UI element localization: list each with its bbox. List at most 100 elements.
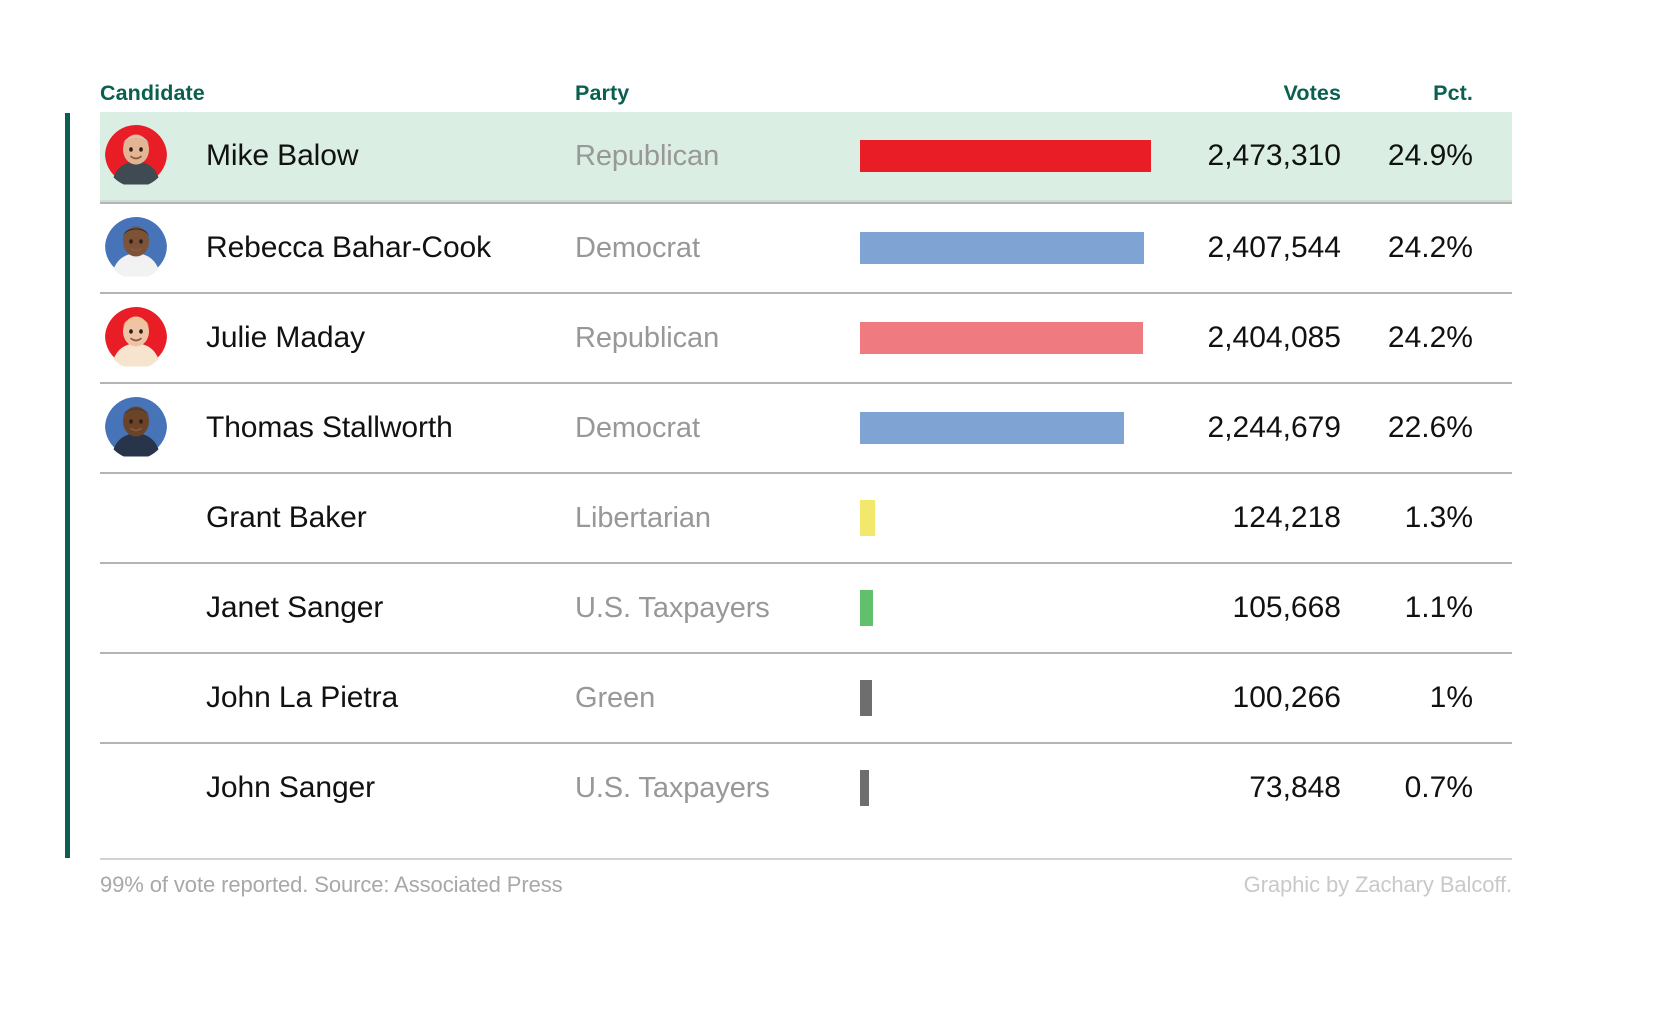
- cell-party: U.S. Taxpayers: [575, 772, 860, 805]
- cell-pct: 1.3%: [1345, 501, 1485, 535]
- party-name: U.S. Taxpayers: [575, 591, 770, 624]
- cell-candidate: Grant Baker: [100, 474, 575, 562]
- cell-party: Green: [575, 682, 860, 715]
- vote-share-bar: [860, 590, 873, 626]
- table-row[interactable]: Mike Balow Republican 2,473,310 24.9%: [100, 112, 1512, 202]
- party-name: Republican: [575, 321, 720, 354]
- table-body: Mike Balow Republican 2,473,310 24.9% Rebecc…: [100, 112, 1512, 832]
- cell-party: U.S. Taxpayers: [575, 592, 860, 625]
- vote-share-bar: [860, 232, 1144, 264]
- table-row[interactable]: John Sanger U.S. Taxpayers 73,848 0.7%: [100, 742, 1512, 832]
- cell-votes: 2,404,085: [1170, 321, 1345, 355]
- cell-votes: 124,218: [1170, 501, 1345, 535]
- cell-votes: 100,266: [1170, 681, 1345, 715]
- table-row[interactable]: Janet Sanger U.S. Taxpayers 105,668 1.1%: [100, 562, 1512, 652]
- table-row[interactable]: Rebecca Bahar-Cook Democrat 2,407,544 24.2%: [100, 202, 1512, 292]
- votes-value: 2,473,310: [1207, 139, 1341, 172]
- pct-value: 1.3%: [1404, 501, 1473, 534]
- pct-value: 1%: [1429, 681, 1473, 714]
- pct-value: 24.2%: [1387, 231, 1473, 264]
- votes-value: 2,244,679: [1207, 411, 1341, 444]
- vote-share-bar: [860, 412, 1124, 444]
- pct-value: 24.9%: [1387, 139, 1473, 172]
- votes-value: 2,407,544: [1207, 231, 1341, 264]
- party-name: Democrat: [575, 411, 700, 444]
- cell-pct: 1%: [1345, 681, 1485, 715]
- votes-value: 100,266: [1232, 681, 1341, 714]
- party-name: Democrat: [575, 231, 700, 264]
- candidate-name: Grant Baker: [206, 501, 367, 534]
- cell-votes: 73,848: [1170, 771, 1345, 805]
- results-table: Candidate Party Votes Pct. Mike Balow Rep…: [100, 62, 1512, 832]
- cell-votes: 2,407,544: [1170, 231, 1345, 265]
- cell-vote-bar: [860, 294, 1170, 382]
- cell-vote-bar: [860, 112, 1170, 200]
- avatar: [105, 217, 167, 279]
- cell-party: Republican: [575, 322, 860, 355]
- party-name: Republican: [575, 139, 720, 172]
- candidate-name: Rebecca Bahar-Cook: [206, 231, 492, 264]
- avatar: [105, 307, 167, 369]
- cell-candidate: Mike Balow: [100, 112, 575, 200]
- cell-vote-bar: [860, 744, 1170, 832]
- party-name: U.S. Taxpayers: [575, 771, 770, 804]
- pct-value: 0.7%: [1404, 771, 1473, 804]
- column-header-votes: Votes: [1283, 81, 1341, 105]
- footer-divider: [100, 858, 1512, 860]
- cell-vote-bar: [860, 474, 1170, 562]
- cell-party: Democrat: [575, 412, 860, 445]
- pct-value: 22.6%: [1387, 411, 1473, 444]
- column-header-party: Party: [575, 81, 630, 105]
- avatar: [105, 397, 167, 459]
- cell-vote-bar: [860, 564, 1170, 652]
- cell-candidate: Rebecca Bahar-Cook: [100, 204, 575, 292]
- cell-candidate: John Sanger: [100, 744, 575, 832]
- table-row[interactable]: Grant Baker Libertarian 124,218 1.3%: [100, 472, 1512, 562]
- footer-credit: Graphic by Zachary Balcoff.: [1243, 872, 1512, 897]
- vote-share-bar: [860, 680, 872, 716]
- table-row[interactable]: Thomas Stallworth Democrat 2,244,679 22.6%: [100, 382, 1512, 472]
- cell-pct: 0.7%: [1345, 771, 1485, 805]
- cell-votes: 105,668: [1170, 591, 1345, 625]
- cell-candidate: Janet Sanger: [100, 564, 575, 652]
- cell-party: Republican: [575, 140, 860, 173]
- vote-share-bar: [860, 322, 1143, 354]
- column-header-pct: Pct.: [1433, 81, 1473, 105]
- cell-votes: 2,473,310: [1170, 139, 1345, 173]
- cell-pct: 24.2%: [1345, 321, 1485, 355]
- cell-pct: 22.6%: [1345, 411, 1485, 445]
- cell-vote-bar: [860, 204, 1170, 292]
- footer-source-note: 99% of vote reported. Source: Associated…: [100, 872, 563, 897]
- vote-share-bar: [860, 500, 875, 536]
- party-name: Libertarian: [575, 501, 711, 534]
- table-row[interactable]: John La Pietra Green 100,266 1%: [100, 652, 1512, 742]
- votes-value: 2,404,085: [1207, 321, 1341, 354]
- vote-share-bar: [860, 140, 1151, 172]
- cell-vote-bar: [860, 384, 1170, 472]
- candidate-name: Mike Balow: [206, 139, 359, 172]
- pct-value: 24.2%: [1387, 321, 1473, 354]
- cell-candidate: Thomas Stallworth: [100, 384, 575, 472]
- cell-candidate: John La Pietra: [100, 654, 575, 742]
- candidate-name: John La Pietra: [206, 681, 399, 714]
- cell-pct: 24.9%: [1345, 139, 1485, 173]
- votes-value: 73,848: [1249, 771, 1341, 804]
- pct-value: 1.1%: [1404, 591, 1473, 624]
- party-name: Green: [575, 681, 656, 714]
- cell-pct: 24.2%: [1345, 231, 1485, 265]
- cell-party: Libertarian: [575, 502, 860, 535]
- cell-party: Democrat: [575, 232, 860, 265]
- candidate-name: John Sanger: [206, 771, 376, 804]
- candidate-name: Thomas Stallworth: [206, 411, 453, 444]
- candidate-name: Julie Maday: [206, 321, 365, 354]
- left-accent-rail: [65, 113, 70, 858]
- cell-candidate: Julie Maday: [100, 294, 575, 382]
- footer: 99% of vote reported. Source: Associated…: [100, 872, 1512, 898]
- column-header-candidate: Candidate: [100, 81, 205, 105]
- cell-votes: 2,244,679: [1170, 411, 1345, 445]
- table-row[interactable]: Julie Maday Republican 2,404,085 24.2%: [100, 292, 1512, 382]
- vote-share-bar: [860, 770, 869, 806]
- votes-value: 105,668: [1232, 591, 1341, 624]
- candidate-name: Janet Sanger: [206, 591, 384, 624]
- cell-vote-bar: [860, 654, 1170, 742]
